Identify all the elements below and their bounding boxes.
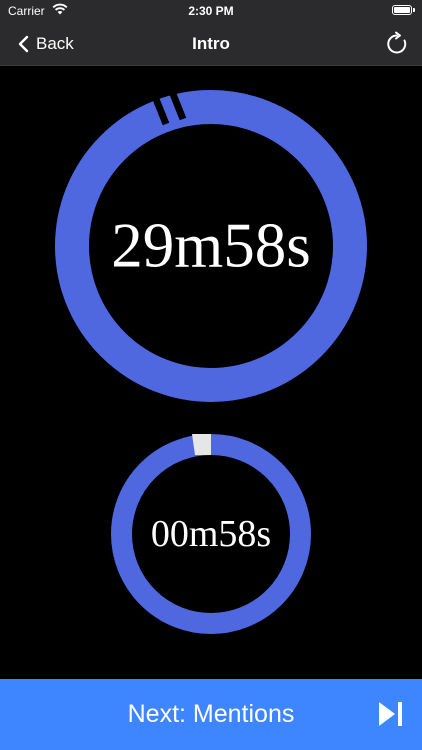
navigation-bar: Back Intro	[0, 22, 422, 66]
next-segment-button[interactable]: Next: Mentions	[0, 679, 422, 750]
segment-timer: 00m58s	[108, 431, 314, 637]
total-timer: 29m58s	[49, 84, 373, 408]
segment-timer-label: 00m58s	[150, 513, 272, 555]
status-bar: Carrier 2:30 PM	[0, 0, 422, 22]
status-time: 2:30 PM	[188, 4, 234, 18]
skip-forward-icon[interactable]	[378, 701, 404, 727]
total-timer-label: 29m58s	[111, 210, 311, 281]
battery-icon	[392, 5, 415, 15]
segment-timer-elapsed	[192, 434, 211, 455]
next-segment-label: Next: Mentions	[127, 700, 295, 728]
page-title: Intro	[192, 34, 230, 53]
refresh-icon[interactable]	[384, 31, 410, 57]
